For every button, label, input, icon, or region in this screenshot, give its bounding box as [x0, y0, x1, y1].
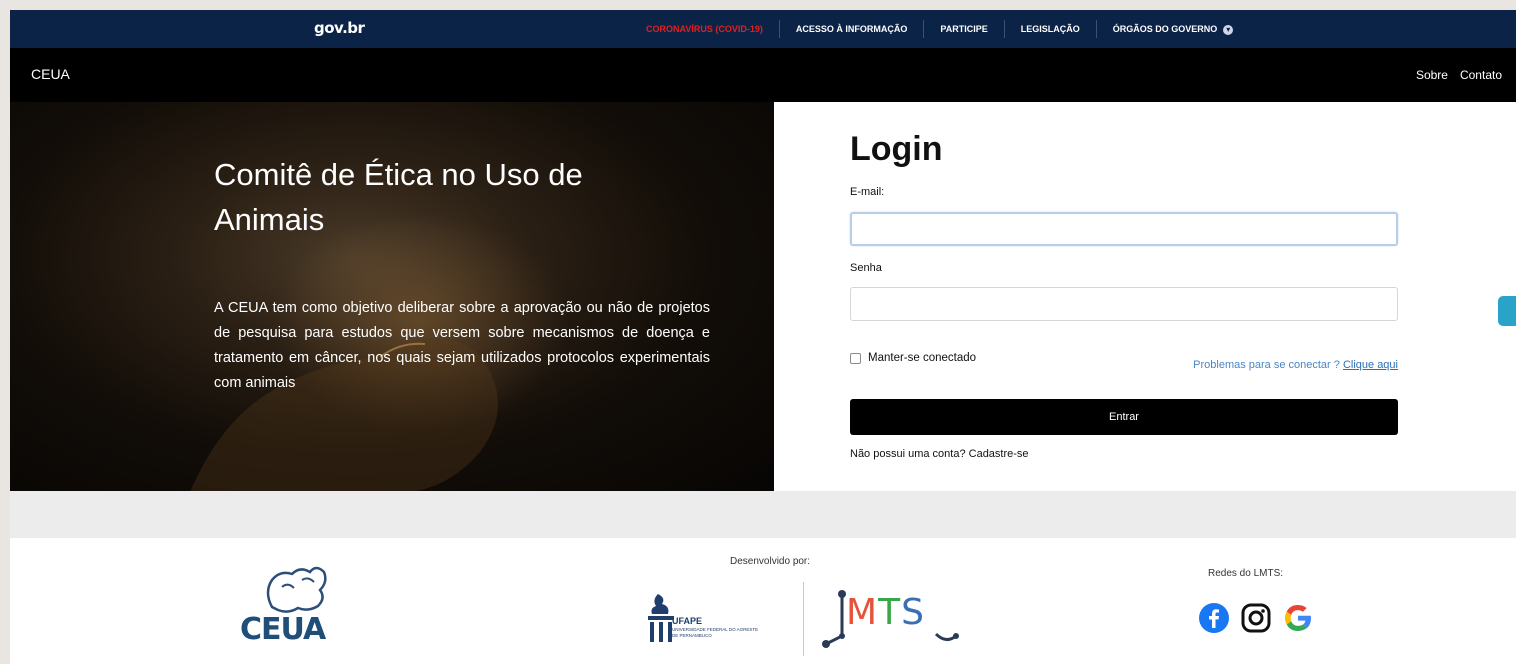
submit-button[interactable]: Entrar: [850, 399, 1398, 435]
login-panel: Login E-mail: Senha Manter-se conectado …: [774, 102, 1516, 491]
chevron-down-icon: ▾: [1223, 24, 1234, 35]
help-link[interactable]: Clique aqui: [1343, 359, 1398, 371]
developed-by-label: Desenvolvido por:: [730, 556, 811, 567]
gov-nav: CORONAVÍRUS (COVID-19) ACESSO À INFORMAÇ…: [630, 10, 1249, 48]
footer-divider: [803, 582, 804, 656]
remember-label[interactable]: Manter-se conectado: [868, 352, 976, 364]
help-text: Problemas para se conectar ? Clique aqui: [1193, 359, 1398, 371]
social-label: Redes do LMTS:: [1208, 568, 1284, 579]
facebook-icon[interactable]: [1198, 602, 1230, 634]
lmts-logo-text: MTS: [846, 592, 925, 633]
gov-bar: gov.br CORONAVÍRUS (COVID-19) ACESSO À I…: [10, 10, 1516, 48]
page: gov.br CORONAVÍRUS (COVID-19) ACESSO À I…: [10, 10, 1516, 664]
gov-link-orgaos[interactable]: ÓRGÃOS DO GOVERNO ▾: [1095, 20, 1250, 38]
hero-section: Comitê de Ética no Uso de Animais A CEUA…: [10, 102, 774, 491]
gov-link-legislacao[interactable]: LEGISLAÇÃO: [1003, 20, 1096, 38]
remember-checkbox[interactable]: [850, 352, 861, 364]
gov-link-participe[interactable]: PARTICIPE: [923, 20, 1003, 38]
gov-link-acesso[interactable]: ACESSO À INFORMAÇÃO: [778, 20, 924, 38]
hero-title: Comitê de Ética no Uso de Animais: [214, 157, 583, 237]
email-label: E-mail:: [850, 186, 885, 198]
instagram-icon[interactable]: [1240, 602, 1272, 634]
password-label: Senha: [850, 262, 882, 274]
nav-links: Sobre Contato: [1416, 68, 1502, 82]
password-field[interactable]: [850, 287, 1398, 321]
signup-link[interactable]: Não possui uma conta? Cadastre-se: [850, 448, 1029, 460]
app-navbar: CEUA Sobre Contato: [10, 48, 1516, 102]
brand-link[interactable]: CEUA: [31, 66, 70, 82]
email-field[interactable]: [850, 212, 1398, 246]
nav-link-sobre[interactable]: Sobre: [1416, 68, 1448, 82]
help-text-label: Problemas para se conectar ?: [1193, 359, 1340, 371]
login-title: Login: [850, 130, 943, 168]
nav-link-contato[interactable]: Contato: [1460, 68, 1502, 82]
ufape-name: UFAPE: [672, 616, 703, 626]
ceua-logo-text: CEUA: [240, 612, 326, 647]
ufape-subtitle: UNIVERSIDADE FEDERAL DO AGRESTE DE PERNA…: [672, 627, 759, 638]
google-icon[interactable]: [1282, 602, 1314, 634]
gov-link-orgaos-label: ÓRGÃOS DO GOVERNO: [1112, 24, 1218, 34]
gov-link-covid[interactable]: CORONAVÍRUS (COVID-19): [630, 20, 779, 38]
footer: CEUA Desenvolvido por: UFAPE UNIVERSIDAD…: [10, 538, 1516, 664]
govbr-logo[interactable]: gov.br: [314, 19, 365, 37]
remember-row: Manter-se conectado: [850, 352, 976, 364]
hero-description: A CEUA tem como objetivo deliberar sobre…: [214, 300, 710, 391]
floating-side-tab[interactable]: [1498, 296, 1516, 326]
